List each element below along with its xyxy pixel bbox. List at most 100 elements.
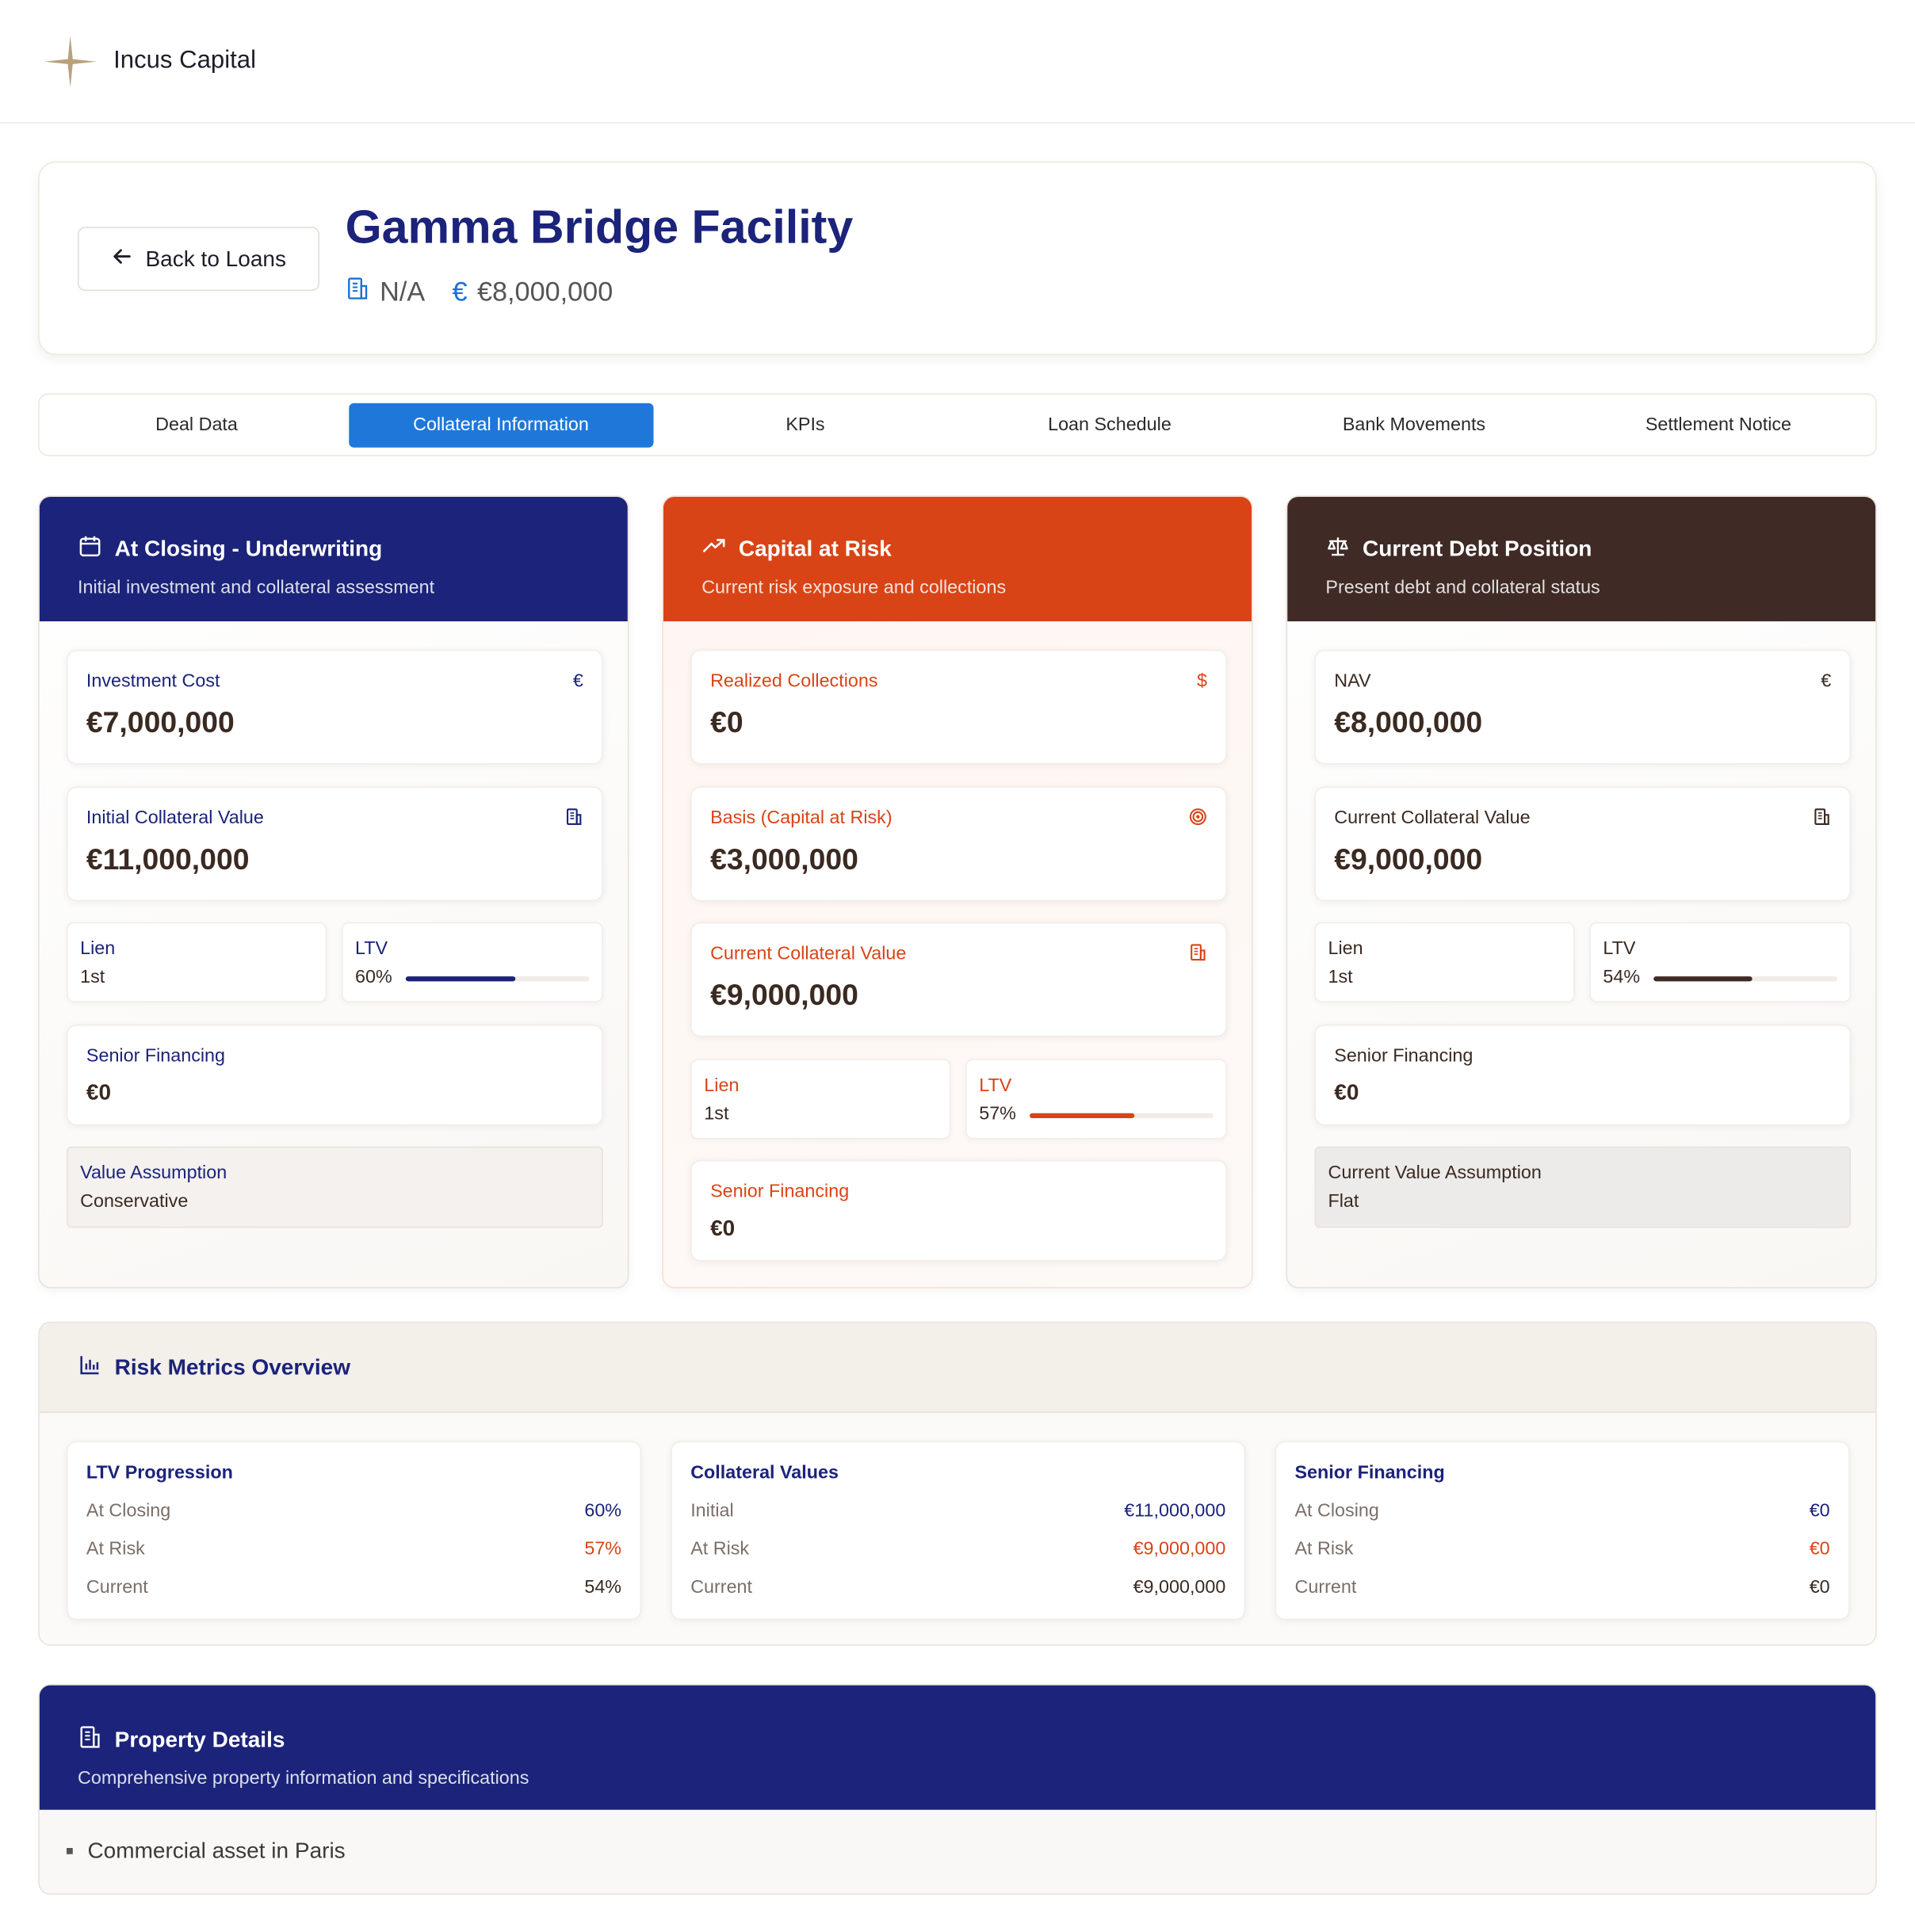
metric-value: €9,000,000 [1133, 1538, 1226, 1560]
metric-key: At Closing [86, 1500, 171, 1522]
ltv-box: LTV 60% [341, 922, 603, 1002]
loan-amount: €8,000,000 [476, 276, 613, 307]
metric-row: At Risk €9,000,000 [690, 1539, 1225, 1560]
building-icon [565, 808, 583, 831]
senior-financing-card: Senior Financing €0 [1314, 1024, 1852, 1126]
realized-collections-card: Realized Collections $ €0 [690, 649, 1227, 765]
lien-value: 1st [80, 966, 105, 988]
lien-box: Lien 1st [1314, 922, 1575, 1002]
basis-card: Basis (Capital at Risk) €3,000,000 [690, 786, 1227, 902]
dollar-icon: $ [1197, 670, 1208, 692]
ltv-progress-bar [1653, 976, 1837, 982]
senior-financing-value: €0 [1334, 1079, 1359, 1105]
tab-bank-movements[interactable]: Bank Movements [1262, 403, 1566, 447]
tab-collateral-information[interactable]: Collateral Information [348, 402, 653, 447]
at-closing-subtitle: Initial investment and collateral assess… [78, 577, 435, 598]
senior-financing-summary-title: Senior Financing [1294, 1462, 1445, 1483]
ltv-box: LTV 57% [965, 1059, 1227, 1140]
property-details-header: Property Details Comprehensive property … [39, 1685, 1876, 1810]
loan-header-card: Back to Loans Gamma Bridge Facility N/A … [38, 161, 1877, 356]
sparkle-star-icon[interactable] [42, 32, 99, 90]
basis-value: €3,000,000 [710, 843, 858, 877]
current-collateral-value: €9,000,000 [1334, 843, 1483, 877]
tab-deal-data[interactable]: Deal Data [44, 403, 349, 447]
current-debt-title: Current Debt Position [1363, 536, 1592, 561]
metric-key: At Risk [86, 1538, 145, 1560]
metric-row: At Closing 60% [86, 1500, 621, 1521]
euro-icon: € [1821, 670, 1832, 692]
nav-label: NAV [1334, 670, 1371, 692]
nav-card: NAV € €8,000,000 [1314, 649, 1852, 765]
list-item: Commercial asset in Paris [67, 1838, 346, 1865]
property-details-subtitle: Comprehensive property information and s… [78, 1767, 529, 1789]
metric-key: Current [1294, 1576, 1357, 1598]
back-to-loans-button[interactable]: Back to Loans [78, 227, 319, 292]
capital-at-risk-panel: Capital at Risk Current risk exposure an… [662, 495, 1253, 1289]
metric-key: Current [690, 1576, 753, 1598]
tab-loan-schedule[interactable]: Loan Schedule [958, 403, 1262, 447]
sponsor-value: N/A [380, 276, 426, 307]
risk-metrics-overview: Risk Metrics Overview LTV Progression At… [38, 1321, 1877, 1646]
metric-value: 54% [584, 1576, 622, 1598]
current-value-assumption-box: Current Value Assumption Flat [1314, 1146, 1852, 1228]
value-assumption-value: Conservative [80, 1190, 189, 1212]
metric-value: €0 [1809, 1576, 1830, 1598]
investment-cost-card: Investment Cost € €7,000,000 [67, 649, 603, 765]
building-icon [1813, 808, 1831, 831]
basis-label: Basis (Capital at Risk) [710, 807, 893, 829]
building-icon [1189, 943, 1207, 967]
metric-row: At Closing €0 [1294, 1500, 1829, 1521]
metric-row: Current 54% [86, 1577, 621, 1598]
bullet-icon [67, 1847, 73, 1854]
current-debt-panel: Current Debt Position Present debt and c… [1286, 495, 1877, 1289]
arrow-left-icon [111, 245, 133, 273]
capital-at-risk-subtitle: Current risk exposure and collections [701, 577, 1007, 598]
senior-financing-summary-card: Senior Financing At Closing €0 At Risk €0 … [1275, 1441, 1850, 1621]
metric-key: Initial [690, 1500, 734, 1522]
current-value-assumption-value: Flat [1328, 1190, 1359, 1212]
brand-name[interactable]: Incus Capital [113, 47, 256, 75]
ltv-progress-bar [1030, 1113, 1214, 1119]
metric-value: €0 [1809, 1538, 1830, 1560]
at-closing-title: At Closing - Underwriting [114, 536, 383, 561]
top-bar: Incus Capital [0, 0, 1915, 124]
ltv-value: 54% [1603, 966, 1641, 988]
ltv-value: 57% [979, 1103, 1016, 1124]
realized-collections-label: Realized Collections [710, 670, 878, 692]
tab-settlement-notice[interactable]: Settlement Notice [1566, 403, 1871, 447]
bar-chart-icon [78, 1352, 102, 1383]
senior-financing-card: Senior Financing €0 [690, 1159, 1227, 1262]
value-assumption-label: Value Assumption [80, 1163, 227, 1184]
initial-collateral-card: Initial Collateral Value €11,000,000 [67, 786, 603, 902]
metric-row: Current €0 [1294, 1577, 1829, 1598]
scale-icon [1325, 534, 1350, 565]
value-assumption-box: Value Assumption Conservative [67, 1146, 603, 1228]
metric-key: At Risk [1294, 1538, 1354, 1560]
current-collateral-card: Current Collateral Value €9,000,000 [1314, 786, 1852, 902]
metric-value: €11,000,000 [1124, 1500, 1226, 1522]
ltv-label: LTV [1603, 937, 1636, 960]
tab-kpis[interactable]: KPIs [653, 403, 958, 447]
risk-metrics-title: Risk Metrics Overview [114, 1354, 350, 1380]
ltv-progression-title: LTV Progression [86, 1462, 233, 1483]
senior-financing-value: €0 [710, 1215, 736, 1241]
ltv-progression-card: LTV Progression At Closing 60% At Risk 57%… [67, 1441, 641, 1621]
ltv-value: 60% [355, 966, 392, 988]
collateral-values-card: Collateral Values Initial €11,000,000 At … [671, 1441, 1246, 1621]
trending-up-icon [701, 534, 726, 565]
back-button-label: Back to Loans [145, 246, 286, 271]
investment-cost-value: €7,000,000 [86, 706, 235, 740]
senior-financing-card: Senior Financing €0 [67, 1024, 603, 1126]
metric-row: At Risk 57% [86, 1539, 621, 1560]
ltv-label: LTV [979, 1075, 1012, 1097]
investment-cost-label: Investment Cost [86, 670, 220, 692]
property-description: Commercial asset in Paris [87, 1838, 346, 1863]
ltv-label: LTV [355, 937, 388, 960]
metric-key: At Closing [1294, 1500, 1379, 1522]
building-icon [78, 1724, 102, 1755]
current-collateral-label: Current Collateral Value [1334, 807, 1531, 829]
metric-row: At Risk €0 [1294, 1539, 1829, 1560]
metric-value: 60% [584, 1500, 622, 1522]
capital-at-risk-header: Capital at Risk Current risk exposure an… [663, 496, 1252, 622]
initial-collateral-label: Initial Collateral Value [86, 807, 264, 829]
